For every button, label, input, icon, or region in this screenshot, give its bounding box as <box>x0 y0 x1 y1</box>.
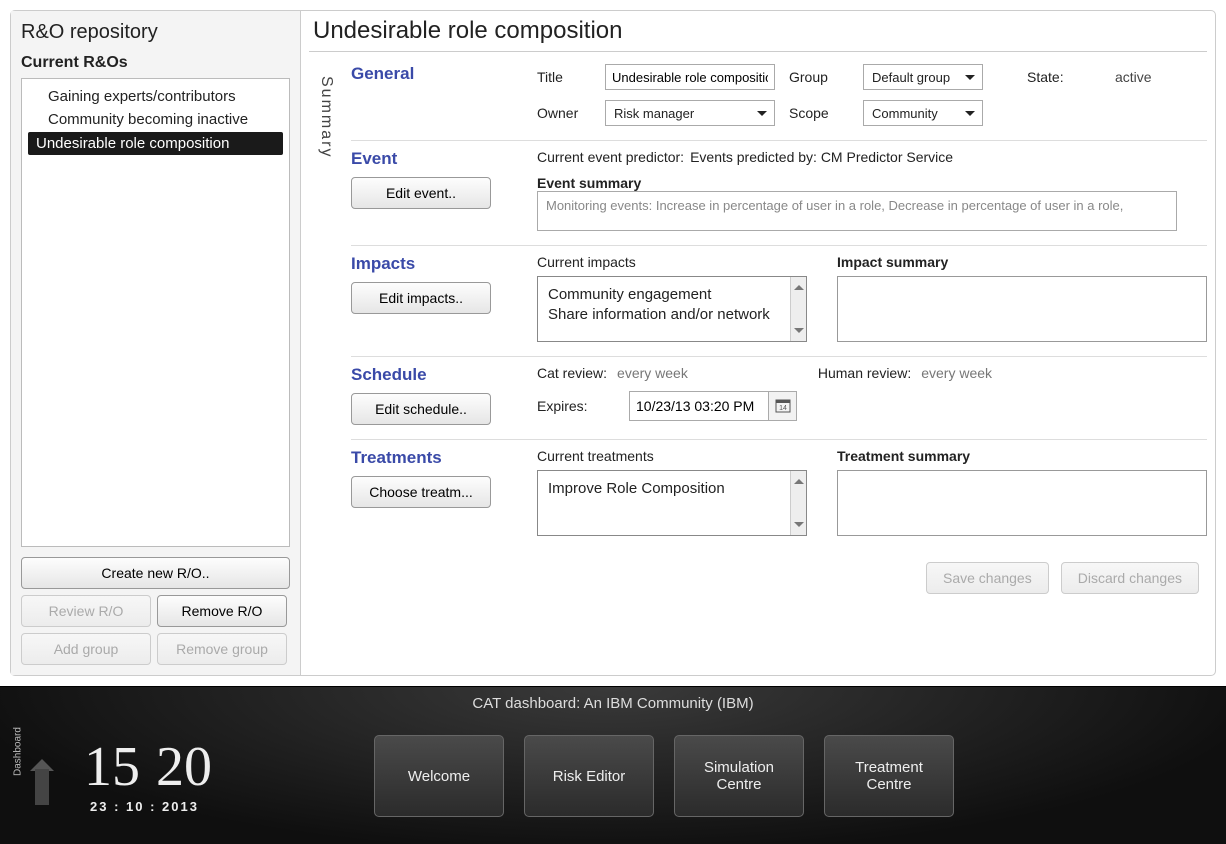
group-label: Group <box>789 69 849 85</box>
remove-ro-button[interactable]: Remove R/O <box>157 595 287 627</box>
title-label: Title <box>537 69 591 85</box>
section-treatments: Treatments Choose treatm... Current trea… <box>351 439 1207 550</box>
section-schedule: Schedule Edit schedule.. Cat review: eve… <box>351 356 1207 439</box>
scope-label: Scope <box>789 105 849 121</box>
remove-group-button[interactable]: Remove group <box>157 633 287 665</box>
tile-simulation-centre[interactable]: Simulation Centre <box>674 735 804 817</box>
ro-list[interactable]: Gaining experts/contributors Community b… <box>21 78 290 547</box>
edit-impacts-button[interactable]: Edit impacts.. <box>351 282 491 314</box>
choose-treatments-button[interactable]: Choose treatm... <box>351 476 491 508</box>
summary-rail-label: Summary <box>317 76 335 158</box>
edit-schedule-button[interactable]: Edit schedule.. <box>351 393 491 425</box>
dock-title: CAT dashboard: An IBM Community (IBM) <box>0 687 1226 716</box>
list-item[interactable]: Undesirable role composition <box>28 132 283 155</box>
impacts-label: Impacts <box>351 254 519 274</box>
summary-rail: Summary <box>309 56 343 667</box>
current-treatments-label: Current treatments <box>537 448 807 464</box>
section-event: Event Edit event.. Current event predict… <box>351 140 1207 245</box>
event-label: Event <box>351 149 519 169</box>
title-input[interactable] <box>605 64 775 90</box>
treatments-label: Treatments <box>351 448 519 468</box>
owner-select-value: Risk manager <box>614 106 694 121</box>
owner-select[interactable]: Risk manager <box>605 100 775 126</box>
clock-date: 23 : 10 : 2013 <box>90 799 199 814</box>
tile-risk-editor[interactable]: Risk Editor <box>524 735 654 817</box>
event-summary-label: Event summary <box>537 175 1207 191</box>
calendar-icon[interactable]: 14 <box>769 391 797 421</box>
treatments-listbox[interactable]: Improve Role Composition <box>537 470 807 536</box>
scope-select[interactable]: Community <box>863 100 983 126</box>
expires-label: Expires: <box>537 398 615 414</box>
treatment-summary-area[interactable] <box>837 470 1207 536</box>
general-label: General <box>351 64 519 84</box>
current-impacts-label: Current impacts <box>537 254 807 270</box>
dashboard-toggle-label: Dashboard <box>13 727 24 776</box>
arrow-up-icon <box>30 747 54 771</box>
tile-welcome[interactable]: Welcome <box>374 735 504 817</box>
event-summary-box[interactable]: Monitoring events: Increase in percentag… <box>537 191 1177 231</box>
schedule-label: Schedule <box>351 365 519 385</box>
clock-hours: 15 <box>84 736 140 798</box>
list-item[interactable]: Gaining experts/contributors <box>22 85 289 108</box>
state-label: State: <box>1027 69 1087 85</box>
scroll-up-icon[interactable] <box>794 280 804 290</box>
scrollbar[interactable] <box>790 277 806 341</box>
list-item[interactable]: Community becoming inactive <box>22 108 289 131</box>
list-item[interactable]: Community engagement <box>548 285 796 305</box>
scroll-down-icon[interactable] <box>794 522 804 532</box>
impact-summary-area[interactable] <box>837 276 1207 342</box>
dashboard-dock: CAT dashboard: An IBM Community (IBM) Da… <box>0 686 1226 844</box>
sidebar-title: R&O repository <box>21 21 290 44</box>
page-title: Undesirable role composition <box>309 11 1207 52</box>
sidebar-subtitle: Current R&Os <box>21 54 290 72</box>
section-general: General Title Group Default group State:… <box>351 56 1207 140</box>
expires-input[interactable] <box>629 391 769 421</box>
main-panel: Undesirable role composition Summary Gen… <box>301 11 1215 675</box>
clock-minutes: 20 <box>156 736 212 798</box>
create-ro-button[interactable]: Create new R/O.. <box>21 557 290 589</box>
impact-summary-label: Impact summary <box>837 254 1207 270</box>
discard-button[interactable]: Discard changes <box>1061 562 1199 594</box>
human-review-value: every week <box>921 365 992 381</box>
clock: 15 20 23 : 10 : 2013 <box>84 739 354 814</box>
scrollbar[interactable] <box>790 471 806 535</box>
event-predictor-label: Current event predictor: <box>537 149 684 165</box>
arrow-stem-icon <box>35 769 49 805</box>
section-impacts: Impacts Edit impacts.. Current impacts C… <box>351 245 1207 356</box>
edit-event-button[interactable]: Edit event.. <box>351 177 491 209</box>
review-ro-button[interactable]: Review R/O <box>21 595 151 627</box>
scroll-down-icon[interactable] <box>794 328 804 338</box>
tile-treatment-centre[interactable]: Treatment Centre <box>824 735 954 817</box>
group-select-value: Default group <box>872 70 950 85</box>
owner-label: Owner <box>537 105 591 121</box>
scope-select-value: Community <box>872 106 938 121</box>
cat-review-label: Cat review: <box>537 365 607 381</box>
list-item[interactable]: Improve Role Composition <box>548 479 796 499</box>
state-value: active <box>1115 69 1152 85</box>
dashboard-toggle[interactable]: Dashboard <box>20 731 64 821</box>
sidebar: R&O repository Current R&Os Gaining expe… <box>11 11 301 675</box>
scroll-up-icon[interactable] <box>794 474 804 484</box>
event-predictor-value: Events predicted by: CM Predictor Servic… <box>690 149 953 165</box>
save-button[interactable]: Save changes <box>926 562 1049 594</box>
svg-text:14: 14 <box>779 405 787 412</box>
group-select[interactable]: Default group <box>863 64 983 90</box>
treatment-summary-label: Treatment summary <box>837 448 1207 464</box>
list-item[interactable]: Share information and/or network <box>548 305 796 325</box>
impacts-listbox[interactable]: Community engagement Share information a… <box>537 276 807 342</box>
add-group-button[interactable]: Add group <box>21 633 151 665</box>
human-review-label: Human review: <box>818 365 911 381</box>
cat-review-value: every week <box>617 365 688 381</box>
